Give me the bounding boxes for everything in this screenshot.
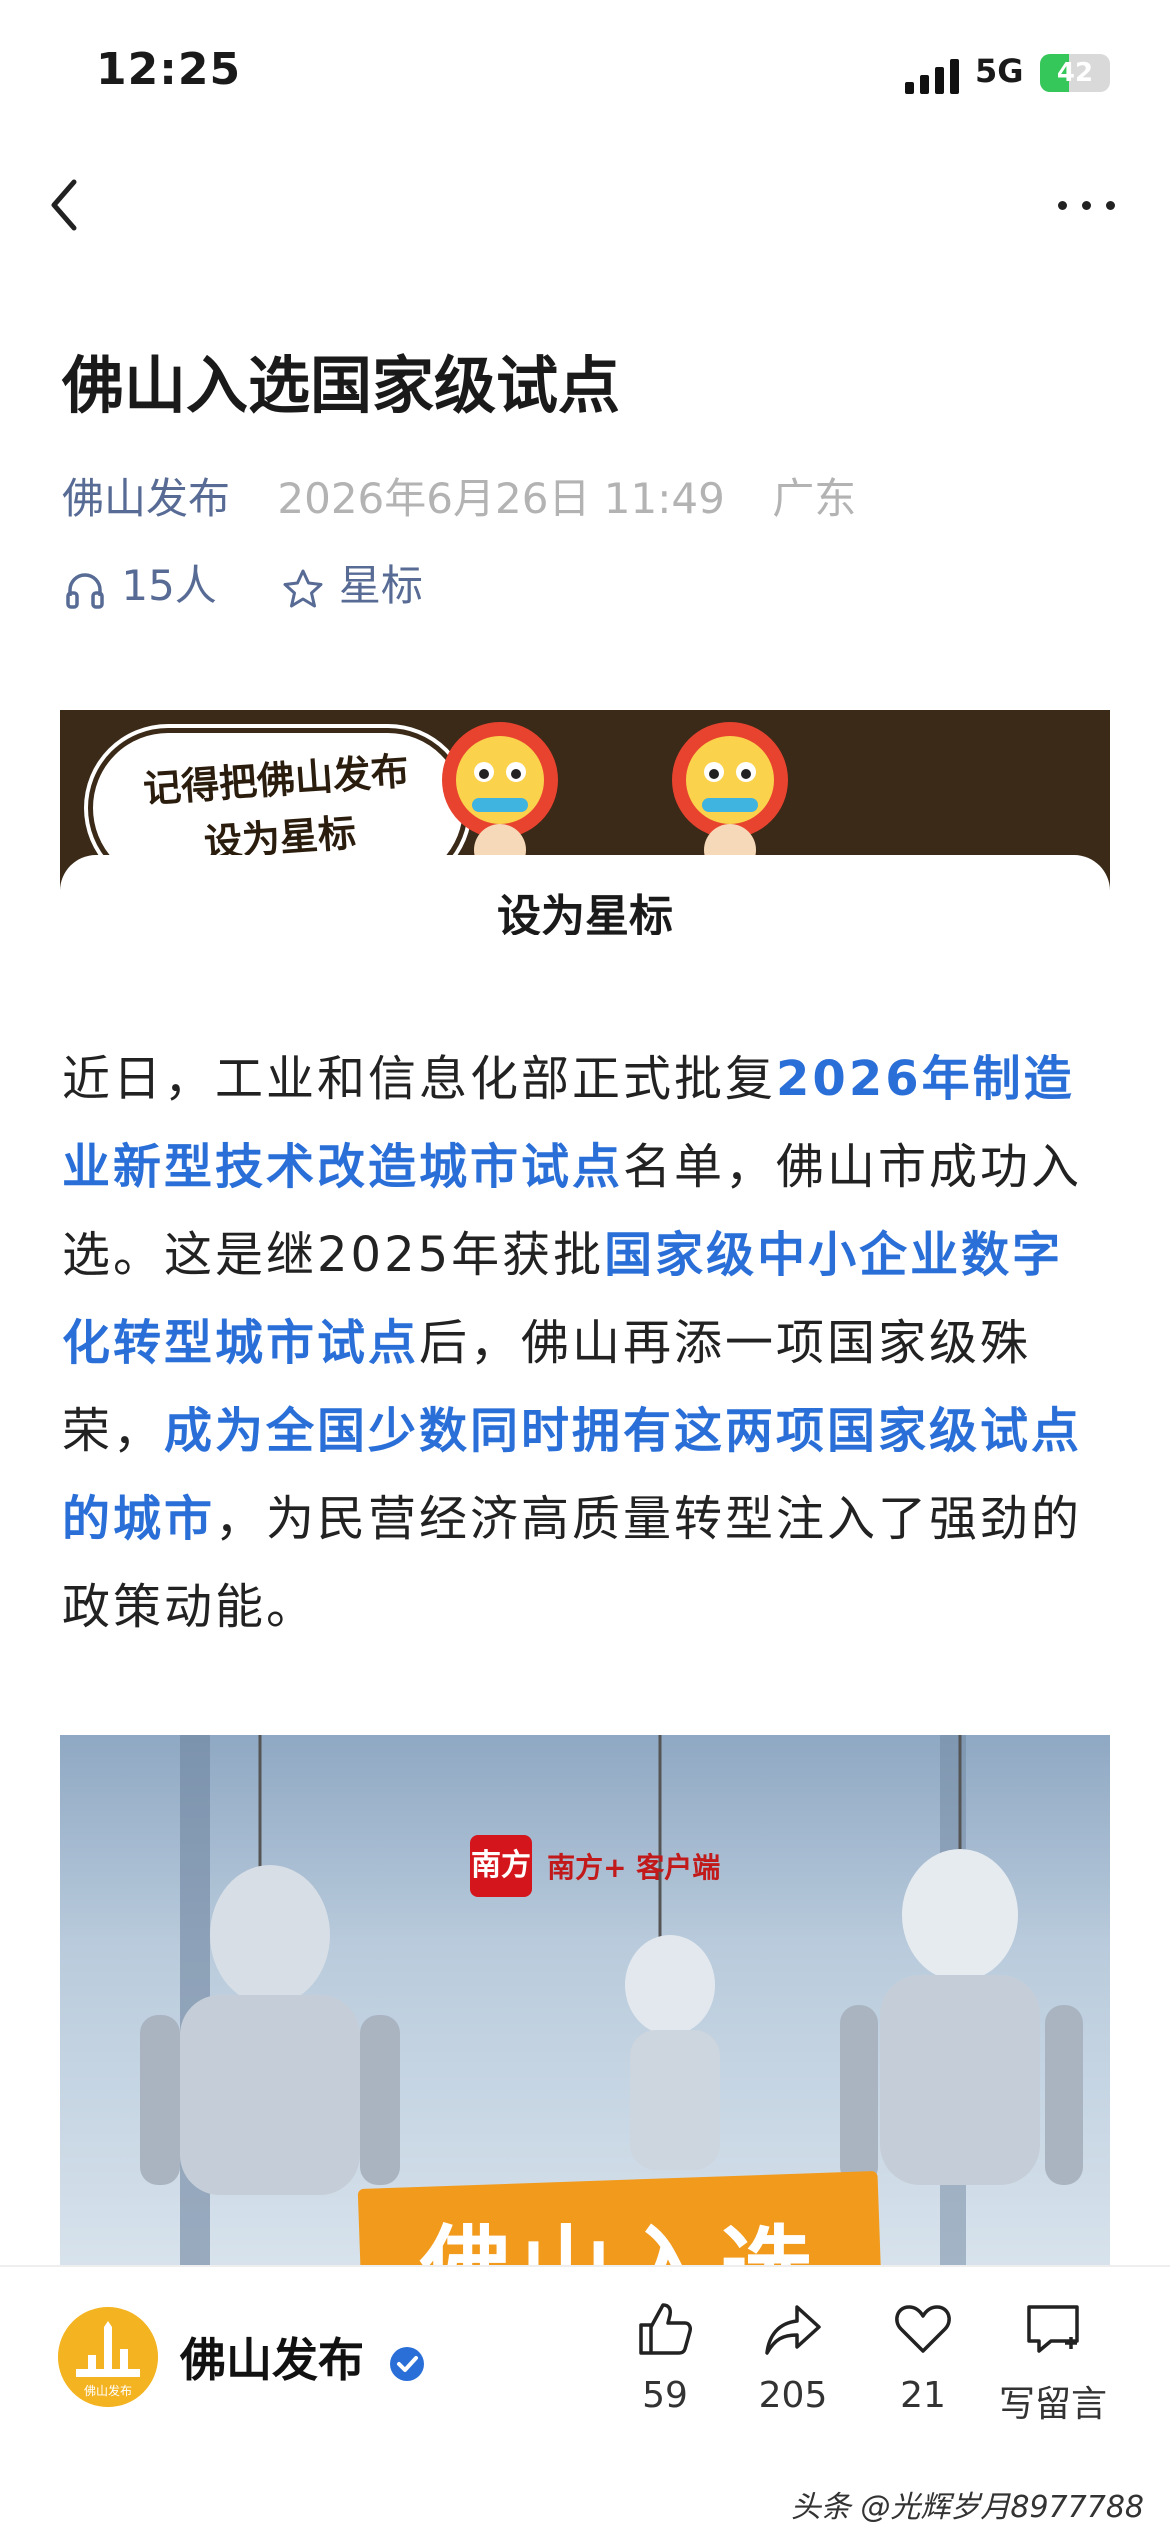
headphones-icon	[66, 572, 104, 609]
comment-add-icon	[1027, 2305, 1079, 2353]
heart-icon	[895, 2305, 951, 2353]
article-stats: 15人 星标	[62, 552, 423, 613]
watermark: 头条 @光辉岁月8977788	[790, 2490, 1144, 2525]
article-image[interactable]: 南方 南方+ 客户端 佛山入选	[60, 1735, 1110, 2265]
star-label: 星标	[338, 561, 423, 610]
logo-name: 南方+ 客户端	[547, 1851, 721, 1884]
comment-button[interactable]: 写留言	[988, 2297, 1118, 2427]
favorite-button[interactable]: 21	[858, 2297, 988, 2416]
media-logo: 南方 南方+ 客户端	[470, 1835, 720, 1905]
star-button[interactable]: 星标	[280, 561, 423, 610]
publish-datetime: 2026年6月26日 11:49	[277, 474, 725, 523]
avatar-text: 佛山发布	[84, 2383, 132, 2398]
share-count: 205	[758, 2375, 828, 2416]
logo-mark: 南方	[470, 1835, 532, 1897]
more-icon	[1058, 201, 1067, 210]
like-count: 59	[642, 2375, 688, 2416]
set-star-title[interactable]: 设为星标	[60, 880, 1110, 935]
signal-icon	[905, 58, 961, 94]
author-label: 佛山发布	[180, 2333, 364, 2387]
author-name[interactable]: 佛山发布	[180, 2324, 426, 2390]
battery-icon: 42	[1040, 54, 1110, 92]
avatar[interactable]: 佛山发布	[58, 2307, 158, 2407]
body-text: ，为民营经济高质量转型注入了强劲的政策动能。	[62, 1491, 1083, 1635]
publish-location: 广东	[772, 474, 857, 523]
share-button[interactable]: 205	[728, 2297, 858, 2416]
image-banner-text: 佛山入选	[360, 2195, 880, 2265]
share-icon	[765, 2305, 821, 2355]
source-link[interactable]: 佛山发布	[62, 474, 230, 523]
thumbs-up-icon	[639, 2303, 692, 2355]
like-button[interactable]: 59	[600, 2297, 730, 2416]
chevron-left-icon	[51, 179, 77, 231]
battery-level: 42	[1056, 58, 1094, 88]
status-time: 12:25	[96, 44, 242, 95]
verified-badge-icon	[390, 2346, 425, 2381]
listener-count: 15人	[121, 561, 217, 610]
network-type: 5G	[975, 52, 1024, 90]
follow-banner[interactable]: 记得把佛山发布 设为星标 设为星标	[60, 710, 1110, 935]
favorite-count: 21	[900, 2375, 946, 2416]
back-button[interactable]	[40, 170, 90, 240]
city-skyline-icon: 佛山发布	[58, 2307, 158, 2407]
status-bar: 12:25 5G 42	[0, 0, 1170, 150]
comment-label: 写留言	[998, 2384, 1107, 2425]
page-title: 佛山入选国家级试点	[62, 349, 621, 422]
star-icon	[283, 569, 323, 607]
body-text: 近日，工业和信息化部正式批复	[62, 1051, 777, 1107]
article-meta: 佛山发布 2026年6月26日 11:49 广东	[62, 465, 856, 526]
article-body: 近日，工业和信息化部正式批复2026年制造业新型技术改造城市试点名单，佛山市成功…	[62, 1035, 1112, 1651]
more-options-button[interactable]	[1052, 190, 1122, 220]
